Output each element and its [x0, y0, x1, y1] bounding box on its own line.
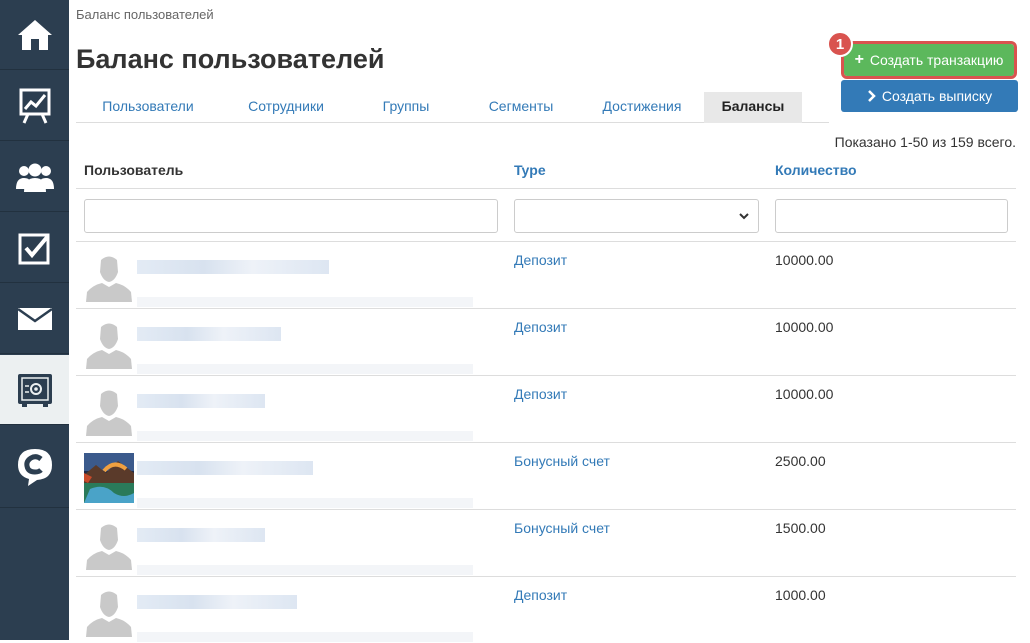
sidebar-item-reports[interactable]: [0, 71, 69, 141]
plus-icon: +: [854, 51, 864, 68]
table-row[interactable]: Депозит 10000.00: [76, 241, 1016, 308]
type-cell[interactable]: Депозит: [514, 587, 567, 603]
quantity-cell: 10000.00: [775, 386, 834, 402]
quantity-cell: 2500.00: [775, 453, 826, 469]
column-header-quantity[interactable]: Количество: [775, 162, 857, 178]
home-icon: [17, 19, 52, 50]
table-row[interactable]: Бонусный счет 1500.00: [76, 509, 1016, 576]
tab-bar: Пользователи Сотрудники Группы Сегменты …: [76, 92, 829, 123]
chevron-down-icon: [739, 213, 749, 220]
user-filter-input[interactable]: [84, 199, 498, 233]
quantity-filter-input[interactable]: [775, 199, 1008, 233]
table-row[interactable]: Бонусный счет 2500.00: [76, 442, 1016, 509]
sidebar-item-home[interactable]: [0, 0, 69, 70]
user-name[interactable]: [137, 528, 265, 542]
column-header-type[interactable]: Type: [514, 162, 546, 178]
table-row[interactable]: Депозит 10000.00: [76, 308, 1016, 375]
users-group-icon: [15, 163, 54, 192]
user-name[interactable]: [137, 394, 265, 408]
user-email: [137, 565, 473, 575]
type-filter-select[interactable]: [514, 199, 759, 233]
checkbox-icon: [18, 233, 50, 264]
quantity-cell: 10000.00: [775, 252, 834, 268]
tab-balances[interactable]: Балансы: [704, 92, 802, 123]
user-email: [137, 364, 473, 374]
tab-achievements[interactable]: Достижения: [582, 92, 702, 123]
header-divider: [76, 188, 1016, 189]
quantity-cell: 10000.00: [775, 319, 834, 335]
user-name[interactable]: [137, 260, 329, 274]
results-summary: Показано 1-50 из 159 всего.: [834, 134, 1016, 150]
page-title: Баланс пользователей: [76, 44, 385, 74]
safe-icon: [17, 373, 52, 407]
default-avatar-icon: [86, 524, 132, 570]
brand-logo-icon: [17, 448, 52, 486]
default-avatar-icon: [86, 390, 132, 436]
chevron-right-icon: [867, 90, 876, 102]
mail-icon: [16, 307, 53, 330]
table-row[interactable]: Депозит 1000.00: [76, 576, 1016, 643]
breadcrumb[interactable]: Баланс пользователей: [76, 7, 214, 22]
user-email: [137, 498, 473, 508]
tab-users[interactable]: Пользователи: [76, 92, 220, 123]
default-avatar-icon: [86, 256, 132, 302]
type-cell[interactable]: Бонусный счет: [514, 520, 610, 536]
sidebar-item-tasks[interactable]: [0, 213, 69, 283]
type-cell[interactable]: Депозит: [514, 386, 567, 402]
sidebar-item-users[interactable]: [0, 142, 69, 212]
type-cell[interactable]: Бонусный счет: [514, 453, 610, 469]
user-name[interactable]: [137, 595, 297, 609]
quantity-cell: 1000.00: [775, 587, 826, 603]
user-email: [137, 431, 473, 441]
user-email: [137, 297, 473, 307]
column-header-user: Пользователь: [84, 162, 184, 178]
photo-avatar: [84, 453, 134, 503]
sidebar-item-messages[interactable]: [0, 284, 69, 354]
create-transaction-button[interactable]: + Создать транзакцию: [841, 41, 1017, 79]
user-name[interactable]: [137, 461, 313, 475]
type-cell[interactable]: Депозит: [514, 252, 567, 268]
sidebar: [0, 0, 69, 640]
quantity-cell: 1500.00: [775, 520, 826, 536]
user-email: [137, 632, 473, 642]
create-transaction-label: Создать транзакцию: [869, 52, 1004, 68]
table-row[interactable]: Депозит 10000.00: [76, 375, 1016, 442]
step-badge: 1: [827, 31, 853, 57]
type-cell[interactable]: Депозит: [514, 319, 567, 335]
sidebar-item-brand[interactable]: [0, 426, 69, 508]
tab-segments[interactable]: Сегменты: [460, 92, 582, 123]
sidebar-item-balances[interactable]: [0, 355, 69, 425]
user-name[interactable]: [137, 327, 281, 341]
create-statement-button[interactable]: Создать выписку: [841, 80, 1018, 112]
tab-groups[interactable]: Группы: [352, 92, 460, 123]
default-avatar-icon: [86, 591, 132, 637]
chart-presentation-icon: [19, 88, 50, 124]
tab-employees[interactable]: Сотрудники: [220, 92, 352, 123]
default-avatar-icon: [86, 323, 132, 369]
create-statement-label: Создать выписку: [881, 88, 993, 104]
main-content: Баланс пользователей Баланс пользователе…: [69, 0, 1030, 643]
